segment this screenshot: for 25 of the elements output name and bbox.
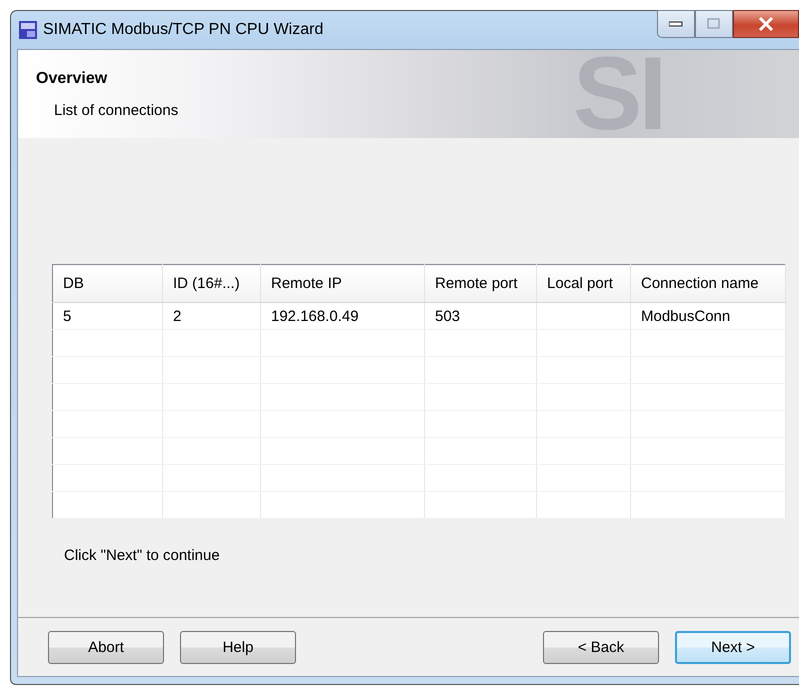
table-cell: 2: [162, 302, 260, 330]
window-title: SIMATIC Modbus/TCP PN CPU Wizard: [43, 21, 324, 39]
close-button[interactable]: [733, 10, 799, 38]
wizard-button[interactable]: Abort: [48, 630, 164, 664]
column-header[interactable]: Local port: [536, 264, 630, 302]
page-title: Overview: [36, 70, 108, 88]
page-subtitle: List of connections: [54, 102, 180, 119]
column-header[interactable]: Remote port: [424, 264, 536, 302]
wizard-button[interactable]: Help: [180, 630, 296, 664]
minimize-button[interactable]: [657, 10, 695, 38]
column-header[interactable]: Remote IP: [260, 264, 424, 302]
minimize-icon: [669, 21, 683, 27]
close-icon: [758, 17, 774, 31]
table-cell: ModbusConn: [630, 302, 786, 330]
table-cell: 192.168.0.49: [260, 302, 424, 330]
instruction-text: Click "Next" to continue: [64, 547, 220, 564]
table-cell: 503: [424, 302, 536, 330]
next-button[interactable]: Next >: [675, 630, 791, 664]
column-header[interactable]: ID (16#...): [162, 264, 260, 302]
table-cell: 5: [52, 302, 162, 330]
app-icon: [19, 21, 37, 39]
column-header[interactable]: Connection name: [630, 264, 786, 302]
wizard-button[interactable]: < Back: [543, 630, 659, 664]
maximize-icon: [707, 18, 721, 30]
column-header[interactable]: DB: [52, 264, 162, 302]
